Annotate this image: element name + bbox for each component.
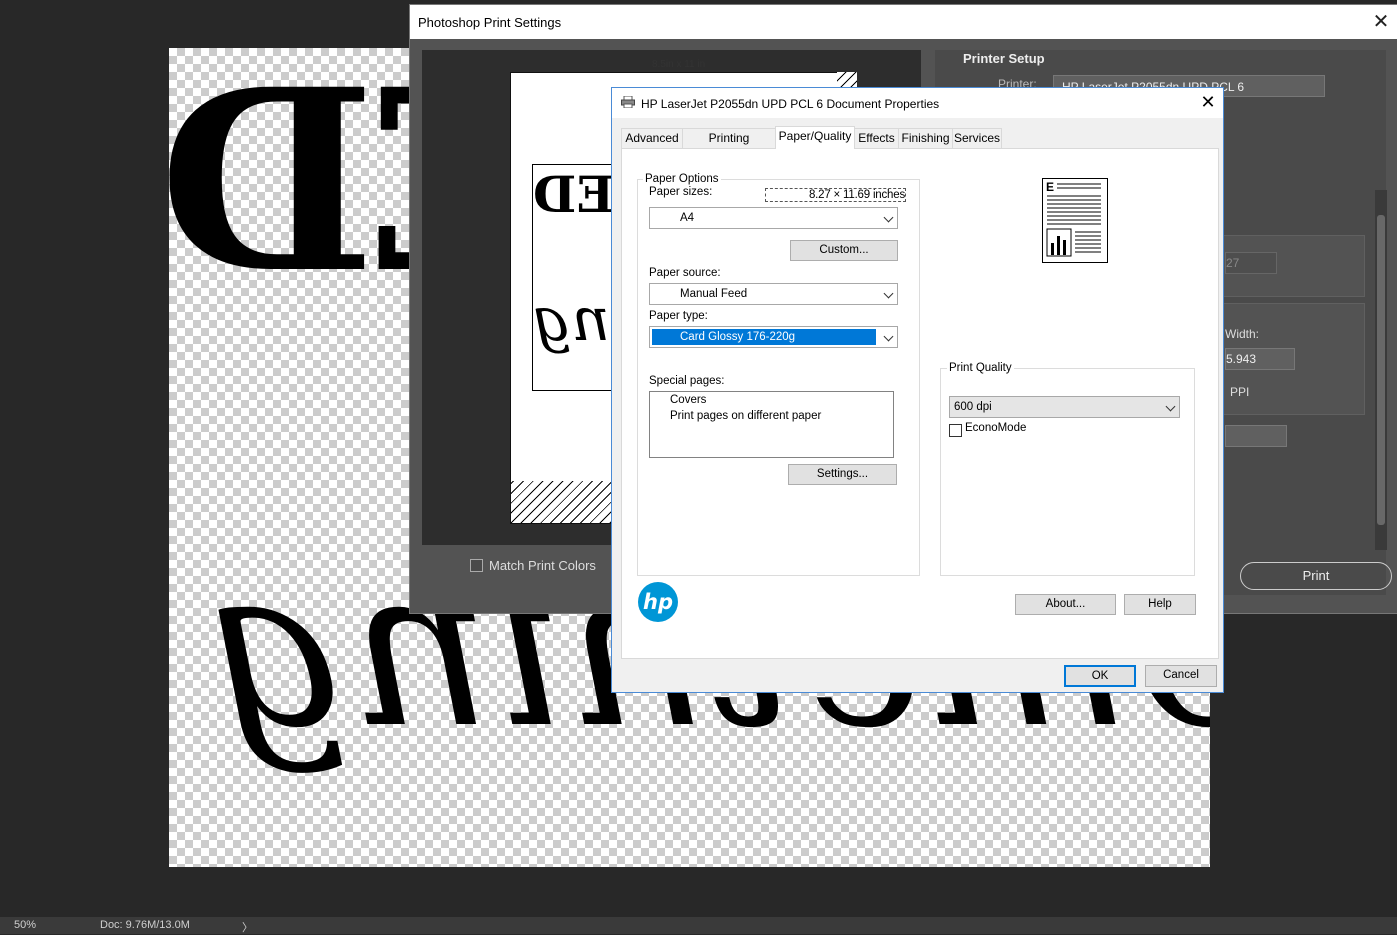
status-menu-arrow[interactable]: 〉 xyxy=(242,919,253,935)
ps-partial-field[interactable]: 27 xyxy=(1225,252,1277,274)
chevron-down-icon xyxy=(883,288,894,299)
tab-effects[interactable]: Effects xyxy=(854,128,899,148)
width-label: Width: xyxy=(1225,327,1260,341)
page-preview-thumbnail: E xyxy=(1042,178,1108,263)
ps-titlebar: Photoshop Print Settings ✕ xyxy=(410,5,1397,39)
paper-source-value: Manual Feed xyxy=(680,288,748,300)
ppi-label: PPI xyxy=(1230,385,1250,399)
paper-size-value: A4 xyxy=(680,212,695,224)
tab-finishing[interactable]: Finishing xyxy=(898,128,953,148)
paper-quality-panel: Paper Options Paper sizes: 8.27 × 11.69 … xyxy=(621,148,1219,659)
print-quality-label: Print Quality xyxy=(947,362,1014,374)
match-print-colors-checkbox[interactable]: Match Print Colors xyxy=(470,558,596,573)
preview-text-lines xyxy=(1046,183,1101,257)
printer-setup-heading: Printer Setup xyxy=(963,51,1045,66)
doc-size: Doc: 9.76M/13.0M xyxy=(100,919,190,931)
tab-services[interactable]: Services xyxy=(952,128,1002,148)
match-print-colors-box[interactable] xyxy=(470,559,483,572)
ps-close-button[interactable]: ✕ xyxy=(1368,9,1394,35)
econo-mode-checkbox[interactable] xyxy=(949,424,962,437)
list-item[interactable]: Print pages on different paper xyxy=(670,410,821,422)
paper-source-label: Paper source: xyxy=(649,267,721,279)
custom-button[interactable]: Custom... xyxy=(790,240,898,261)
zoom-level[interactable]: 50% xyxy=(14,919,36,931)
chevron-down-icon xyxy=(883,212,894,223)
econo-mode-label: EconoMode xyxy=(965,422,1027,434)
list-item[interactable]: Covers xyxy=(670,394,706,406)
dpi-value: 600 dpi xyxy=(954,401,992,413)
ok-button[interactable]: OK xyxy=(1064,665,1136,687)
ps-partial-select[interactable] xyxy=(1225,425,1287,447)
chevron-down-icon xyxy=(883,331,894,342)
help-button[interactable]: Help xyxy=(1124,594,1196,615)
hp-document-properties-dialog: HP LaserJet P2055dn UPD PCL 6 Document P… xyxy=(611,87,1224,693)
paper-type-select[interactable]: Card Glossy 176-220g xyxy=(649,326,898,348)
printer-icon xyxy=(621,96,635,108)
paper-type-label: Paper type: xyxy=(649,310,708,322)
special-pages-list[interactable]: Covers Print pages on different paper xyxy=(649,391,894,458)
chevron-down-icon xyxy=(1165,401,1176,412)
special-pages-label: Special pages: xyxy=(649,375,725,387)
ps-scrollbar-thumb[interactable] xyxy=(1377,215,1385,525)
hp-logo: hp xyxy=(638,582,678,622)
settings-button[interactable]: Settings... xyxy=(788,464,897,485)
print-button[interactable]: Print xyxy=(1240,562,1392,590)
status-bar: 50% Doc: 9.76M/13.0M 〉 xyxy=(0,917,1397,934)
tab-paper-quality[interactable]: Paper/Quality xyxy=(775,126,855,149)
paper-source-select[interactable]: Manual Feed xyxy=(649,283,898,305)
cancel-button[interactable]: Cancel xyxy=(1145,665,1217,687)
match-print-colors-label: Match Print Colors xyxy=(489,558,596,573)
hp-dialog-title: HP LaserJet P2055dn UPD PCL 6 Document P… xyxy=(641,97,940,111)
tab-advanced[interactable]: Advanced xyxy=(621,128,683,148)
ps-dialog-title: Photoshop Print Settings xyxy=(418,15,562,30)
paper-sizes-label: Paper sizes: xyxy=(649,186,713,198)
paper-type-value: Card Glossy 176-220g xyxy=(680,331,796,343)
tab-printing-shortcuts[interactable]: Printing Shortcuts xyxy=(682,128,776,164)
paper-options-label: Paper Options xyxy=(643,173,721,185)
width-field[interactable]: 5.943 xyxy=(1225,348,1295,370)
paper-size-select[interactable]: A4 xyxy=(649,207,898,229)
dpi-select[interactable]: 600 dpi xyxy=(949,396,1180,418)
hp-titlebar: HP LaserJet P2055dn UPD PCL 6 Document P… xyxy=(612,88,1223,118)
about-button[interactable]: About... xyxy=(1015,594,1116,615)
hp-close-button[interactable]: ✕ xyxy=(1197,91,1219,113)
page-size-label: 8.5in x 11 in xyxy=(652,59,706,70)
paper-size-readout: 8.27 × 11.69 inches xyxy=(765,188,906,202)
